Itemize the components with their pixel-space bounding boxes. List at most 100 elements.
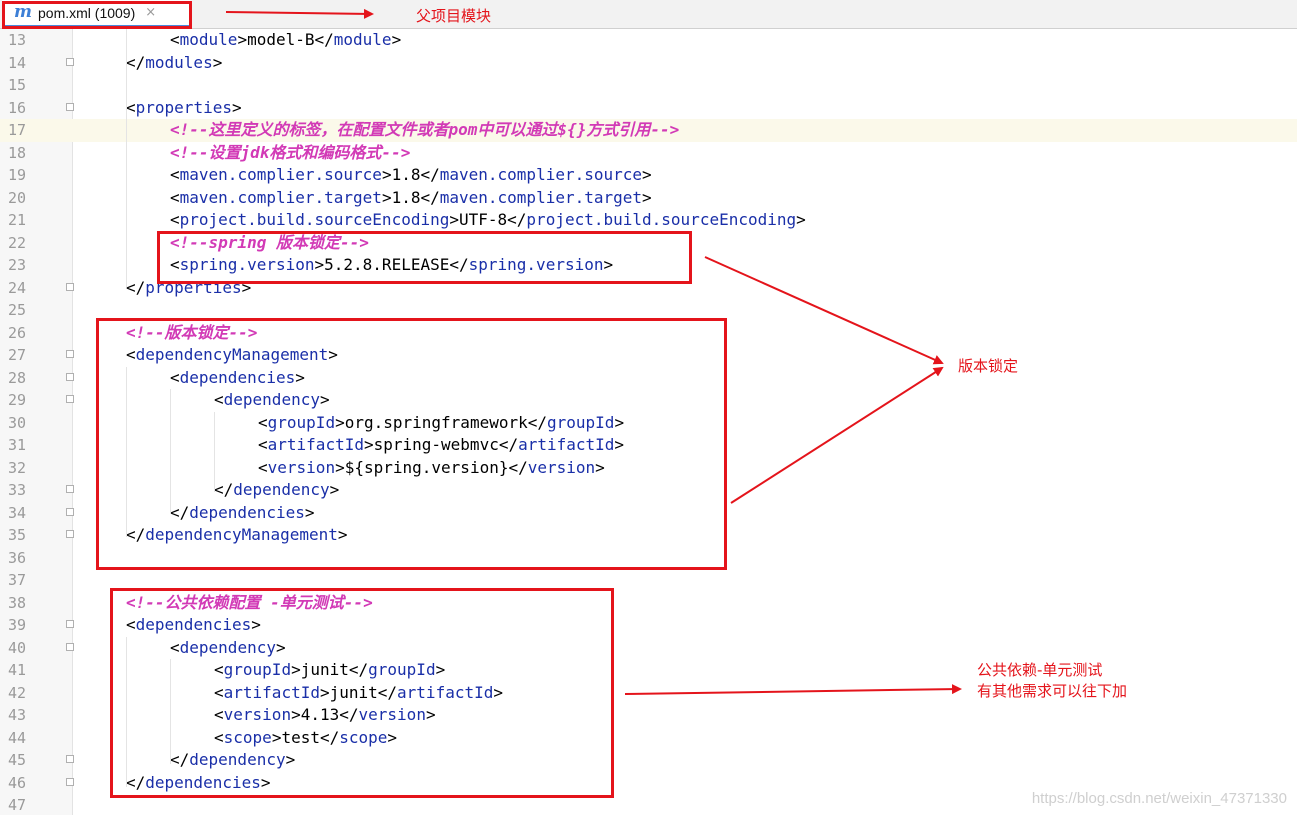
code-text: <!--设置jdk格式和编码格式--> — [170, 142, 410, 165]
xml-text: < — [170, 187, 180, 207]
fold-marker-icon[interactable] — [66, 755, 74, 763]
line-number: 29 — [7, 391, 26, 409]
xml-tag-name: module — [179, 30, 238, 49]
fold-marker-icon[interactable] — [66, 57, 74, 66]
xml-tag-name: properties — [135, 97, 232, 117]
xml-text: > — [391, 30, 402, 49]
line-number: 24 — [7, 278, 26, 297]
line-number: 21 — [7, 211, 26, 229]
line-number: 43 — [7, 706, 26, 724]
xml-text: > — [796, 210, 806, 229]
code-text: <module>model-B</module> — [170, 29, 401, 52]
code-line[interactable]: 17 <!--这里定义的标签，在配置文件或者pom中可以通过${}方式引用--> — [0, 119, 1297, 142]
xml-text: > — [642, 165, 652, 184]
code-text: <properties> — [126, 97, 242, 120]
xml-text: > — [212, 52, 223, 72]
xml-text: >model-B</ — [237, 30, 334, 49]
xml-tag-name: maven.complier.source — [439, 165, 643, 184]
line-number: 25 — [7, 301, 26, 319]
xml-tag-name: project.build.sourceEncoding — [526, 210, 797, 229]
code-line[interactable]: 15 — [0, 74, 1297, 97]
code-text: </modules> — [126, 52, 222, 75]
annotation-parent-module: 父项目模块 — [416, 7, 492, 25]
line-number: 36 — [7, 548, 26, 567]
xml-text: </ — [126, 277, 146, 297]
xml-text: > — [231, 97, 242, 117]
annotation-version-lock: 版本锁定 — [958, 357, 1019, 375]
common-dependencies-box — [110, 588, 614, 798]
fold-marker-icon[interactable] — [66, 642, 74, 651]
fold-marker-icon[interactable] — [66, 282, 74, 291]
fold-marker-icon[interactable] — [66, 395, 74, 403]
line-number: 42 — [7, 683, 26, 702]
dependency-management-box — [96, 318, 727, 570]
code-line[interactable]: 16 <properties> — [0, 97, 1297, 120]
line-number: 17 — [7, 121, 26, 139]
line-number: 37 — [7, 571, 26, 589]
line-number: 26 — [7, 323, 26, 342]
line-number: 19 — [7, 166, 26, 184]
code-line[interactable]: 14 </modules> — [0, 52, 1297, 75]
code-text: <!--这里定义的标签，在配置文件或者pom中可以通过${}方式引用--> — [170, 119, 679, 142]
indent-guide — [126, 29, 127, 287]
fold-marker-icon[interactable] — [66, 485, 74, 493]
spring-version-box — [157, 231, 692, 284]
line-number: 32 — [7, 458, 26, 477]
xml-comment: <!--设置jdk格式和编码格式--> — [170, 142, 411, 162]
xml-tag-name: maven.complier.target — [179, 187, 382, 207]
line-number: 38 — [7, 593, 26, 612]
line-number: 46 — [7, 773, 26, 792]
fold-marker-icon[interactable] — [66, 102, 74, 111]
editor-tab-bar: m pom.xml (1009) × — [0, 0, 1297, 29]
line-number: 16 — [7, 98, 26, 117]
annotation-common-deps-line2: 有其他需求可以往下加 — [977, 682, 1128, 700]
watermark: https://blog.csdn.net/weixin_47371330 — [1031, 790, 1287, 807]
tab-highlight-box — [2, 1, 192, 29]
line-number: 40 — [7, 638, 26, 657]
code-line[interactable]: 13 <module>model-B</module> — [0, 29, 1297, 52]
fold-marker-icon[interactable] — [66, 530, 74, 538]
code-text: <project.build.sourceEncoding>UTF-8</pro… — [170, 209, 806, 232]
line-number: 31 — [7, 436, 26, 454]
fold-marker-icon[interactable] — [66, 777, 74, 786]
line-number: 27 — [7, 346, 26, 364]
xml-tag-name: maven.complier.target — [439, 187, 643, 207]
line-number: 47 — [7, 796, 26, 814]
code-line[interactable]: 18 <!--设置jdk格式和编码格式--> — [0, 142, 1297, 165]
line-number: 45 — [7, 751, 26, 769]
fold-marker-icon[interactable] — [66, 372, 74, 381]
code-line[interactable]: 21 <project.build.sourceEncoding>UTF-8</p… — [0, 209, 1297, 232]
xml-text: < — [170, 30, 180, 49]
line-number: 44 — [7, 728, 26, 747]
code-text: <maven.complier.source>1.8</maven.compli… — [170, 164, 652, 187]
fold-marker-icon[interactable] — [66, 620, 74, 628]
xml-text: >1.8</ — [381, 187, 440, 207]
fold-marker-icon[interactable] — [66, 507, 74, 516]
xml-text: < — [170, 210, 180, 229]
xml-text: < — [170, 165, 180, 184]
xml-tag-name: maven.complier.source — [179, 165, 382, 184]
code-text: <maven.complier.target>1.8</maven.compli… — [170, 187, 652, 210]
line-number: 18 — [7, 143, 26, 162]
line-number: 35 — [7, 526, 26, 544]
xml-tag-name: module — [333, 30, 392, 49]
code-line[interactable]: 20 <maven.complier.target>1.8</maven.comp… — [0, 187, 1297, 210]
xml-comment: <!--这里定义的标签，在配置文件或者pom中可以通过${}方式引用--> — [170, 120, 680, 139]
line-number: 14 — [7, 53, 26, 72]
xml-text: </ — [126, 52, 146, 72]
line-number: 23 — [7, 256, 26, 274]
xml-tag-name: modules — [145, 52, 213, 72]
line-number: 20 — [7, 188, 26, 207]
xml-tag-name: project.build.sourceEncoding — [179, 210, 450, 229]
xml-text: >UTF-8</ — [449, 210, 527, 229]
annotation-common-deps-line1: 公共依赖-单元测试 — [977, 661, 1103, 679]
fold-marker-icon[interactable] — [66, 350, 74, 358]
line-number: 13 — [7, 31, 26, 49]
xml-text: >1.8</ — [381, 165, 440, 184]
line-number: 39 — [7, 616, 26, 634]
code-line[interactable]: 19 <maven.complier.source>1.8</maven.comp… — [0, 164, 1297, 187]
xml-text: > — [642, 187, 652, 207]
line-number: 22 — [7, 233, 26, 252]
xml-text: < — [126, 97, 136, 117]
line-number: 28 — [7, 368, 26, 387]
